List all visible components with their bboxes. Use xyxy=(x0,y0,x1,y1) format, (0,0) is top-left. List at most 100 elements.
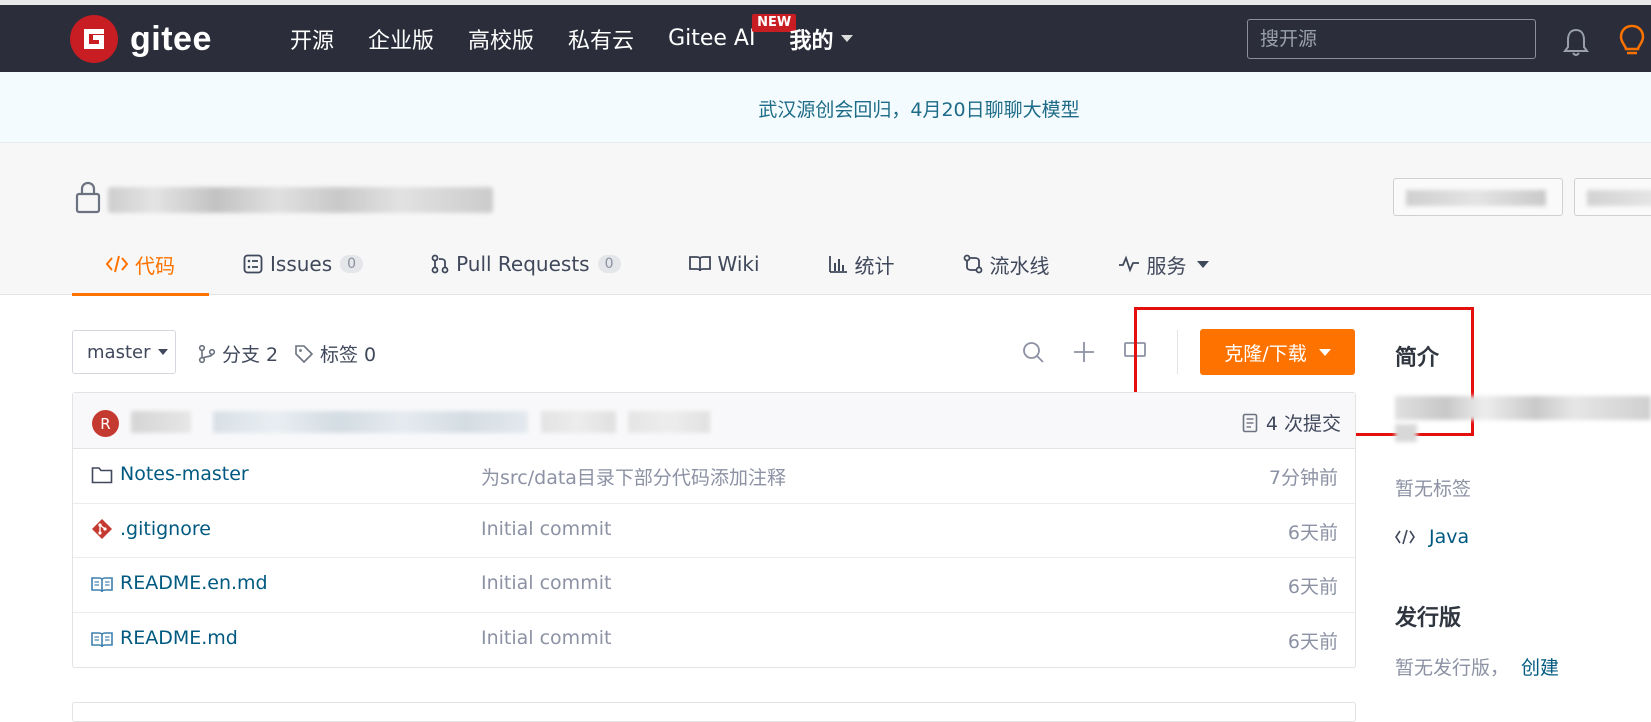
no-tags-text: 暂无标签 xyxy=(1395,478,1472,500)
branch-select-value: master xyxy=(87,341,151,363)
tab-pr-label: Pull Requests xyxy=(456,252,590,276)
file-commit-time: 7分钟前 xyxy=(1268,467,1338,489)
clone-download-button[interactable]: 克隆/下载 xyxy=(1200,329,1355,375)
branch-icon xyxy=(198,344,216,363)
pr-count-badge: 0 xyxy=(597,255,621,273)
nav-mine-dropdown[interactable]: 我的 xyxy=(789,23,854,55)
search-input[interactable] xyxy=(1247,19,1536,59)
lock-icon xyxy=(75,181,101,214)
book-icon xyxy=(91,577,113,593)
repo-title-redacted[interactable] xyxy=(108,187,493,213)
star-button-redacted[interactable] xyxy=(1574,178,1651,216)
nav-private-cloud[interactable]: 私有云 xyxy=(568,23,634,55)
tab-issues-label: Issues xyxy=(270,252,333,276)
branches-label: 分支 2 xyxy=(222,344,279,366)
nav-gitee-ai-label: Gitee AI xyxy=(668,26,756,51)
avatar[interactable]: R xyxy=(92,410,119,437)
releases-heading: 发行版 xyxy=(1395,606,1462,631)
file-commit-message[interactable]: Initial commit xyxy=(481,572,611,594)
tab-pipeline-label: 流水线 xyxy=(989,253,1050,278)
file-commit-message[interactable]: Initial commit xyxy=(481,518,611,540)
tab-pipeline[interactable]: 流水线 xyxy=(929,233,1084,295)
table-row: .gitignore Initial commit 6天前 xyxy=(73,504,1355,558)
announcement-banner: 武汉源创会回归，4月20日聊聊大模型 xyxy=(0,72,1651,143)
file-commit-message[interactable]: Initial commit xyxy=(481,627,611,649)
plus-icon[interactable] xyxy=(1073,341,1095,363)
book-icon xyxy=(91,631,113,647)
tags-label: 标签 0 xyxy=(320,344,377,366)
tab-stats[interactable]: 统计 xyxy=(794,233,929,295)
file-commit-time: 6天前 xyxy=(1287,521,1338,544)
author-name-redacted[interactable] xyxy=(131,411,191,433)
no-release-label: 暂无发行版， xyxy=(1395,657,1510,679)
tab-services-label: 服务 xyxy=(1146,253,1187,278)
toolbar-divider xyxy=(1177,330,1178,374)
nav-enterprise[interactable]: 企业版 xyxy=(368,23,434,55)
gitee-logo[interactable]: gitee xyxy=(70,15,212,63)
lightbulb-icon[interactable] xyxy=(1617,24,1647,58)
chevron-down-icon xyxy=(1196,260,1209,268)
tab-wiki[interactable]: Wiki xyxy=(655,233,794,295)
top-navbar: gitee 开源 企业版 高校版 私有云 Gitee AI NEW 我的 xyxy=(0,5,1651,72)
table-row: README.en.md Initial commit 6天前 xyxy=(73,558,1355,613)
tab-stats-label: 统计 xyxy=(854,253,895,278)
code-icon xyxy=(106,255,128,273)
tab-issues[interactable]: Issues 0 xyxy=(209,233,397,295)
bar-chart-icon xyxy=(828,256,847,273)
web-ide-icon[interactable] xyxy=(1123,341,1147,363)
commits-count-label: 4 次提交 xyxy=(1265,413,1341,435)
file-commit-time: 6天前 xyxy=(1287,576,1338,598)
no-release-text: 暂无发行版， 创建 xyxy=(1395,653,1559,680)
pull-request-icon xyxy=(431,254,449,274)
file-name-link[interactable]: .gitignore xyxy=(120,518,211,540)
tab-wiki-label: Wiki xyxy=(717,252,760,276)
intro-heading: 简介 xyxy=(1395,346,1440,371)
commit-message-redacted[interactable] xyxy=(213,411,528,433)
tab-code[interactable]: 代码 xyxy=(72,233,209,296)
code-icon xyxy=(1395,529,1415,545)
create-release-link[interactable]: 创建 xyxy=(1521,657,1559,679)
tab-code-label: 代码 xyxy=(135,253,175,278)
watch-button-redacted[interactable] xyxy=(1393,178,1563,216)
commits-link[interactable]: 4 次提交 xyxy=(1242,409,1341,436)
search-icon[interactable] xyxy=(1022,341,1044,363)
file-commit-message[interactable]: 为src/data目录下部分代码添加注释 xyxy=(481,463,786,490)
nav-opensource[interactable]: 开源 xyxy=(290,23,334,55)
file-table: R 4 次提交 Notes-master 为src/data目录下部分代码添加注… xyxy=(72,392,1356,668)
repo-description-redacted-line2 xyxy=(1395,424,1417,442)
nav-mine-label: 我的 xyxy=(789,28,834,54)
document-icon xyxy=(1242,413,1258,432)
file-name-link[interactable]: README.en.md xyxy=(120,572,268,594)
commit-time-redacted xyxy=(628,411,710,433)
repo-header: 代码 Issues 0 Pull Requests 0 Wiki 统计 流水线 … xyxy=(0,143,1651,296)
table-row: README.md Initial commit 6天前 xyxy=(73,613,1355,668)
commit-hash-redacted[interactable] xyxy=(541,411,616,433)
latest-commit-bar: R 4 次提交 xyxy=(73,393,1355,449)
repo-tabs: 代码 Issues 0 Pull Requests 0 Wiki 统计 流水线 … xyxy=(72,233,1243,296)
notification-bell-icon[interactable] xyxy=(1563,27,1589,57)
chevron-down-icon xyxy=(841,35,854,42)
nav-gitee-ai[interactable]: Gitee AI NEW xyxy=(668,14,797,51)
banner-link[interactable]: 武汉源创会回归，4月20日聊聊大模型 xyxy=(0,95,1651,122)
branches-link[interactable]: 分支 2 xyxy=(198,340,278,367)
language-link[interactable]: Java xyxy=(1395,526,1469,548)
branch-select[interactable]: master xyxy=(72,330,176,374)
tags-link[interactable]: 标签 0 xyxy=(294,340,376,367)
chevron-down-icon xyxy=(1318,348,1331,356)
file-name-link[interactable]: Notes-master xyxy=(120,463,249,485)
readme-panel-top xyxy=(72,702,1356,722)
table-row: Notes-master 为src/data目录下部分代码添加注释 7分钟前 xyxy=(73,449,1355,504)
logo-text: gitee xyxy=(130,19,212,58)
tab-pull-requests[interactable]: Pull Requests 0 xyxy=(397,233,654,295)
repo-description-redacted xyxy=(1395,396,1651,420)
main-nav: 开源 企业版 高校版 私有云 Gitee AI NEW 我的 xyxy=(290,5,887,72)
folder-icon xyxy=(91,467,113,484)
file-commit-time: 6天前 xyxy=(1287,630,1338,653)
nav-education[interactable]: 高校版 xyxy=(468,23,534,55)
tab-services-dropdown[interactable]: 服务 xyxy=(1084,233,1243,295)
file-name-link[interactable]: README.md xyxy=(120,627,238,649)
git-icon xyxy=(92,518,112,539)
clone-download-label: 克隆/下载 xyxy=(1224,342,1307,365)
issues-icon xyxy=(243,254,263,274)
pipeline-icon xyxy=(963,254,982,274)
